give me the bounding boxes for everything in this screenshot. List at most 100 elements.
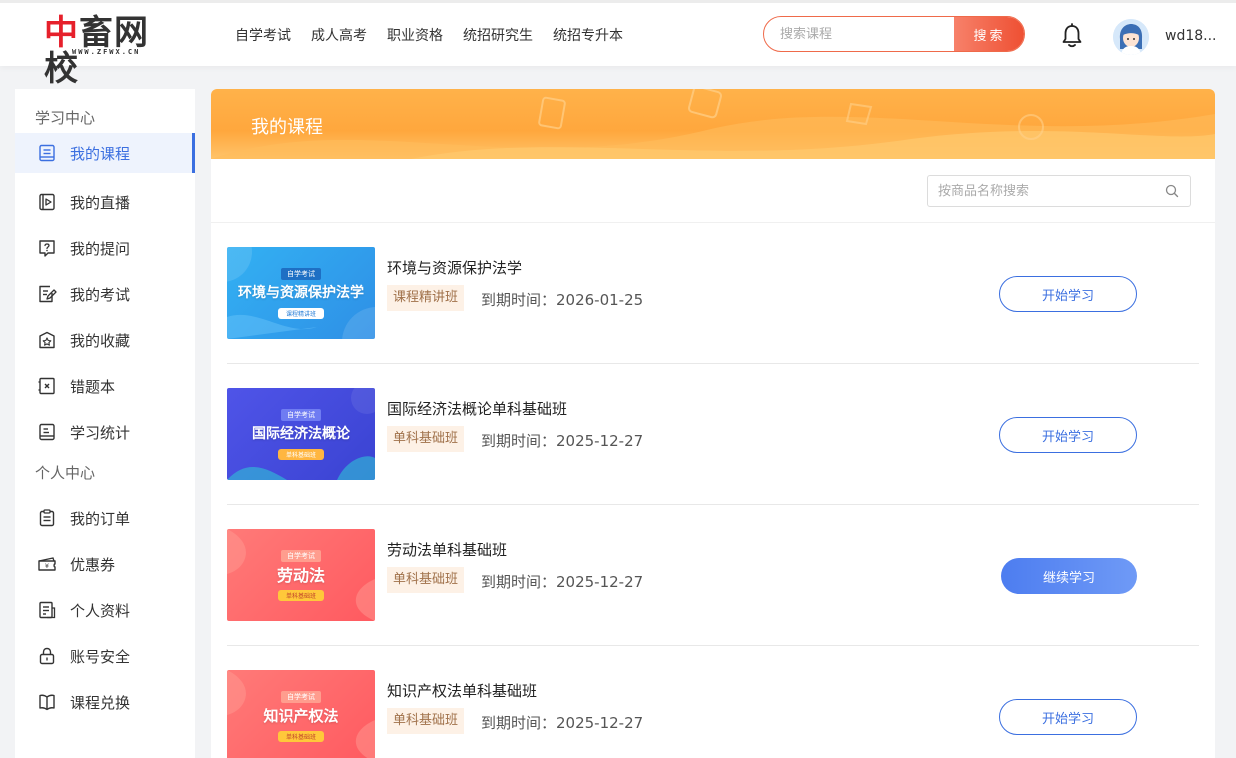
course-cover[interactable]: 自学考试 环境与资源保护法学 课程精讲班: [227, 247, 375, 339]
sidebar-section-personal: 个人中心: [35, 464, 96, 482]
sidebar: 学习中心 我的课程 我的直播 我的提问 我的考试 我的收藏 错题本 学习统计 个…: [15, 89, 195, 758]
site-logo[interactable]: 中畜网校 WWW.ZFWX.CN: [44, 15, 174, 87]
sidebar-item-label: 学习统计: [70, 423, 131, 442]
notification-bell-icon[interactable]: [1060, 23, 1084, 49]
cover-title: 劳动法: [276, 565, 325, 585]
sidebar-item-my-favorites[interactable]: 我的收藏: [15, 317, 195, 363]
banner-decoration: [211, 89, 1215, 159]
wrong-book-icon: [38, 377, 55, 395]
cover-title: 国际经济法概论: [252, 425, 350, 442]
course-name[interactable]: 环境与资源保护法学: [387, 257, 522, 278]
page-title: 我的课程: [251, 117, 323, 138]
course-expire: 到期时间：2025-12-27: [481, 714, 644, 732]
sidebar-item-label: 我的订单: [70, 509, 131, 528]
nav-item-upgrade[interactable]: 统招专升本: [553, 25, 623, 45]
cover-tag: 自学考试: [281, 690, 321, 703]
sidebar-item-course-exchange[interactable]: 课程兑换: [15, 679, 195, 725]
order-clipboard-icon: [39, 509, 55, 527]
sidebar-item-profile[interactable]: 个人资料: [15, 587, 195, 633]
sidebar-item-label: 我的考试: [70, 285, 131, 304]
header-search-input[interactable]: [764, 17, 954, 51]
course-list: 自学考试 环境与资源保护法学 课程精讲班 环境与资源保护法学 课程精讲班 到期时…: [227, 223, 1199, 758]
course-name[interactable]: 知识产权法单科基础班: [387, 680, 537, 701]
continue-study-button[interactable]: 继续学习: [1001, 558, 1137, 594]
top-header: 中畜网校 WWW.ZFWX.CN 自学考试 成人高考 职业资格 统招研究生 统招…: [0, 0, 1236, 87]
cover-title: 知识产权法: [263, 706, 339, 725]
course-cover[interactable]: 自学考试 国际经济法概论 单科基础班: [227, 388, 375, 480]
sidebar-item-my-courses[interactable]: 我的课程: [15, 133, 195, 173]
list-item: 自学考试 环境与资源保护法学 课程精讲班 环境与资源保护法学 课程精讲班 到期时…: [227, 223, 1199, 364]
avatar-girl-icon: [1113, 19, 1149, 55]
course-type-badge: 单科基础班: [387, 426, 465, 452]
sidebar-item-wrong-book[interactable]: 错题本: [15, 363, 195, 409]
sidebar-item-label: 我的收藏: [70, 331, 131, 350]
course-cover[interactable]: 自学考试 劳动法 单科基础班: [227, 529, 375, 621]
search-icon[interactable]: [1164, 183, 1180, 199]
sidebar-item-my-questions[interactable]: 我的提问: [15, 225, 195, 271]
course-type-badge: 课程精讲班: [387, 285, 465, 311]
start-study-button[interactable]: 开始学习: [999, 417, 1137, 453]
cover-tag: 自学考试: [281, 408, 321, 421]
sidebar-item-account-security[interactable]: 账号安全: [15, 633, 195, 679]
start-study-button[interactable]: 开始学习: [999, 699, 1137, 735]
nav-item-vocational[interactable]: 职业资格: [387, 25, 443, 45]
stats-list-icon: [39, 423, 55, 441]
sidebar-section-study: 学习中心: [35, 109, 96, 127]
list-item: 自学考试 知识产权法 单科基础班 知识产权法单科基础班 单科基础班 到期时间：2…: [227, 646, 1199, 758]
sidebar-item-label: 账号安全: [70, 647, 131, 666]
course-expire: 到期时间：2025-12-27: [481, 432, 644, 450]
course-type-badge: 单科基础班: [387, 708, 465, 734]
course-cover[interactable]: 自学考试 知识产权法 单科基础班: [227, 670, 375, 758]
star-box-icon: [39, 331, 55, 349]
lock-icon: [39, 647, 55, 665]
sidebar-item-my-exams[interactable]: 我的考试: [15, 271, 195, 317]
course-name[interactable]: 国际经济法概论单科基础班: [387, 398, 567, 419]
sidebar-item-label: 我的课程: [70, 144, 131, 163]
page-banner: 我的课程: [211, 89, 1215, 159]
cover-sub: 课程精讲班: [277, 307, 324, 319]
svg-text:¥: ¥: [45, 562, 49, 570]
nav-item-adult-exam[interactable]: 成人高考: [311, 25, 367, 45]
avatar[interactable]: [1113, 19, 1149, 55]
question-icon: [39, 240, 55, 257]
course-search: [927, 175, 1191, 207]
logo-url: WWW.ZFWX.CN: [72, 48, 141, 56]
course-type-badge: 单科基础班: [387, 567, 465, 593]
profile-doc-icon: [39, 601, 56, 619]
list-item: 自学考试 国际经济法概论 单科基础班 国际经济法概论单科基础班 单科基础班 到期…: [227, 364, 1199, 505]
cover-tag: 自学考试: [281, 549, 321, 562]
live-play-icon: [39, 193, 55, 211]
sidebar-item-label: 课程兑换: [70, 693, 131, 712]
main-panel: 我的课程 自学考试 环境与资源保护法学 课程精讲班 环境与资源保护: [211, 89, 1215, 758]
list-item: 自学考试 劳动法 单科基础班 劳动法单科基础班 单科基础班 到期时间：2025-…: [227, 505, 1199, 646]
sidebar-item-label: 优惠券: [70, 555, 116, 574]
course-expire: 到期时间：2026-01-25: [481, 291, 644, 309]
sidebar-item-study-stats[interactable]: 学习统计: [15, 409, 195, 455]
exam-edit-icon: [39, 285, 57, 303]
cover-sub: 单科基础班: [277, 448, 324, 460]
nav-item-postgraduate[interactable]: 统招研究生: [463, 25, 533, 45]
header-search: 搜索: [763, 16, 1025, 52]
header-search-button[interactable]: 搜索: [954, 17, 1024, 51]
sidebar-item-my-live[interactable]: 我的直播: [15, 179, 195, 225]
sidebar-item-label: 我的直播: [70, 193, 131, 212]
filter-bar: [211, 159, 1215, 223]
sidebar-item-coupons[interactable]: ¥ 优惠券: [15, 541, 195, 587]
main-nav: 自学考试 成人高考 职业资格 统招研究生 统招专升本: [235, 25, 623, 45]
sidebar-item-label: 错题本: [70, 377, 116, 396]
sidebar-item-label: 个人资料: [70, 601, 131, 620]
cover-sub: 单科基础班: [277, 730, 324, 742]
coupon-icon: ¥: [38, 557, 56, 571]
sidebar-item-label: 我的提问: [70, 239, 131, 258]
book-icon: [39, 144, 55, 162]
course-name[interactable]: 劳动法单科基础班: [387, 539, 507, 560]
exchange-book-icon: [39, 694, 55, 711]
start-study-button[interactable]: 开始学习: [999, 276, 1137, 312]
username[interactable]: wd18...: [1165, 28, 1217, 44]
course-expire: 到期时间：2025-12-27: [481, 573, 644, 591]
sidebar-item-my-orders[interactable]: 我的订单: [15, 495, 195, 541]
cover-tag: 自学考试: [281, 267, 321, 280]
nav-item-self-exam[interactable]: 自学考试: [235, 25, 291, 45]
cover-title: 环境与资源保护法学: [238, 284, 364, 301]
course-search-input[interactable]: [928, 176, 1158, 206]
